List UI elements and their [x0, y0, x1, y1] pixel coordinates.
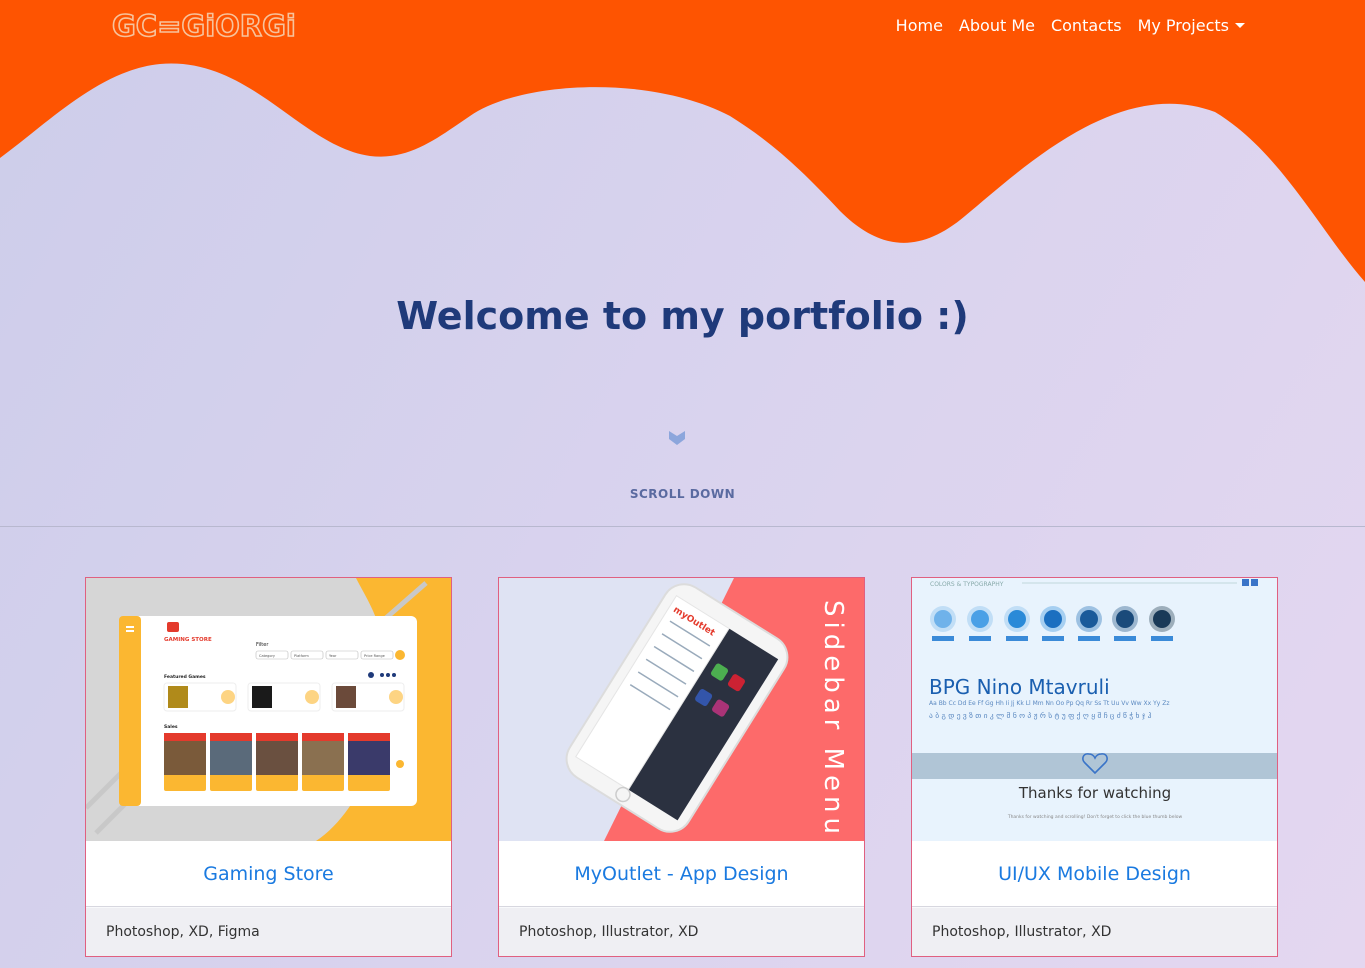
sidebar-menu-text: Sidebar Menu [818, 600, 848, 839]
featured-games-label: Featured Games [164, 674, 206, 680]
project-title[interactable]: MyOutlet - App Design [499, 841, 864, 907]
section-divider [0, 526, 1365, 527]
nav-about[interactable]: About Me [959, 16, 1035, 35]
project-tools: Photoshop, Illustrator, XD [912, 908, 1277, 956]
hero-title: Welcome to my portfolio :) [396, 294, 969, 338]
font-name: BPG Nino Mtavruli [929, 675, 1110, 699]
project-tools: Photoshop, XD, Figma [86, 908, 451, 956]
project-title[interactable]: Gaming Store [86, 841, 451, 907]
georgian-alphabet: ა ბ გ დ ე ვ ზ თ ი კ ლ მ ნ ო პ ჟ რ ს ტ უ … [929, 711, 1152, 720]
project-thumbnail[interactable]: Sidebar Menu myOutlet [499, 578, 864, 841]
colors-typography-label: COLORS & TYPOGRAPHY [930, 581, 1004, 588]
thanks-text: Thanks for watching [1018, 784, 1171, 802]
nav-contacts[interactable]: Contacts [1051, 16, 1122, 35]
project-title[interactable]: UI/UX Mobile Design [912, 841, 1277, 907]
chevron-down-icon[interactable] [669, 431, 685, 445]
project-tools: Photoshop, Illustrator, XD [499, 908, 864, 956]
select-platform: Platform [294, 654, 309, 658]
brand-logo[interactable]: GC=GiORGi [111, 8, 296, 44]
caret-down-icon [1235, 23, 1245, 28]
project-thumbnail[interactable]: GAMING STORE Filter Category Platform Ye… [86, 578, 451, 841]
navbar: GC=GiORGi Home About Me Contacts My Proj… [0, 0, 1365, 58]
hero-wave [0, 56, 1365, 282]
gaming-store-label: GAMING STORE [164, 637, 212, 643]
select-year: Year [329, 654, 337, 658]
nav-projects-label: My Projects [1137, 16, 1229, 35]
latin-alphabet: Aa Bb Cc Dd Ee Ff Gg Hh Ii Jj Kk Ll Mm N… [929, 700, 1170, 707]
thanks-subtext: Thanks for watching and scrolling! Don't… [1007, 814, 1183, 820]
nav-projects-dropdown[interactable]: My Projects [1138, 16, 1245, 35]
project-card-myoutlet[interactable]: Sidebar Menu myOutlet MyOutlet - App Des… [498, 577, 865, 957]
scroll-down-label[interactable]: SCROLL DOWN [0, 487, 1365, 501]
nav-home[interactable]: Home [896, 16, 943, 35]
sales-label: Sales [164, 724, 178, 730]
nav-links: Home About Me Contacts My Projects [896, 16, 1245, 35]
project-card-uiux[interactable]: COLORS & TYPOGRAPHY BPG Nino Mtavruli Aa… [911, 577, 1278, 957]
project-thumbnail[interactable]: COLORS & TYPOGRAPHY BPG Nino Mtavruli Aa… [912, 578, 1277, 841]
select-price: Price Range [364, 654, 385, 658]
filter-label: Filter [256, 642, 269, 648]
select-category: Category [259, 654, 275, 658]
project-card-gaming-store[interactable]: GAMING STORE Filter Category Platform Ye… [85, 577, 452, 957]
